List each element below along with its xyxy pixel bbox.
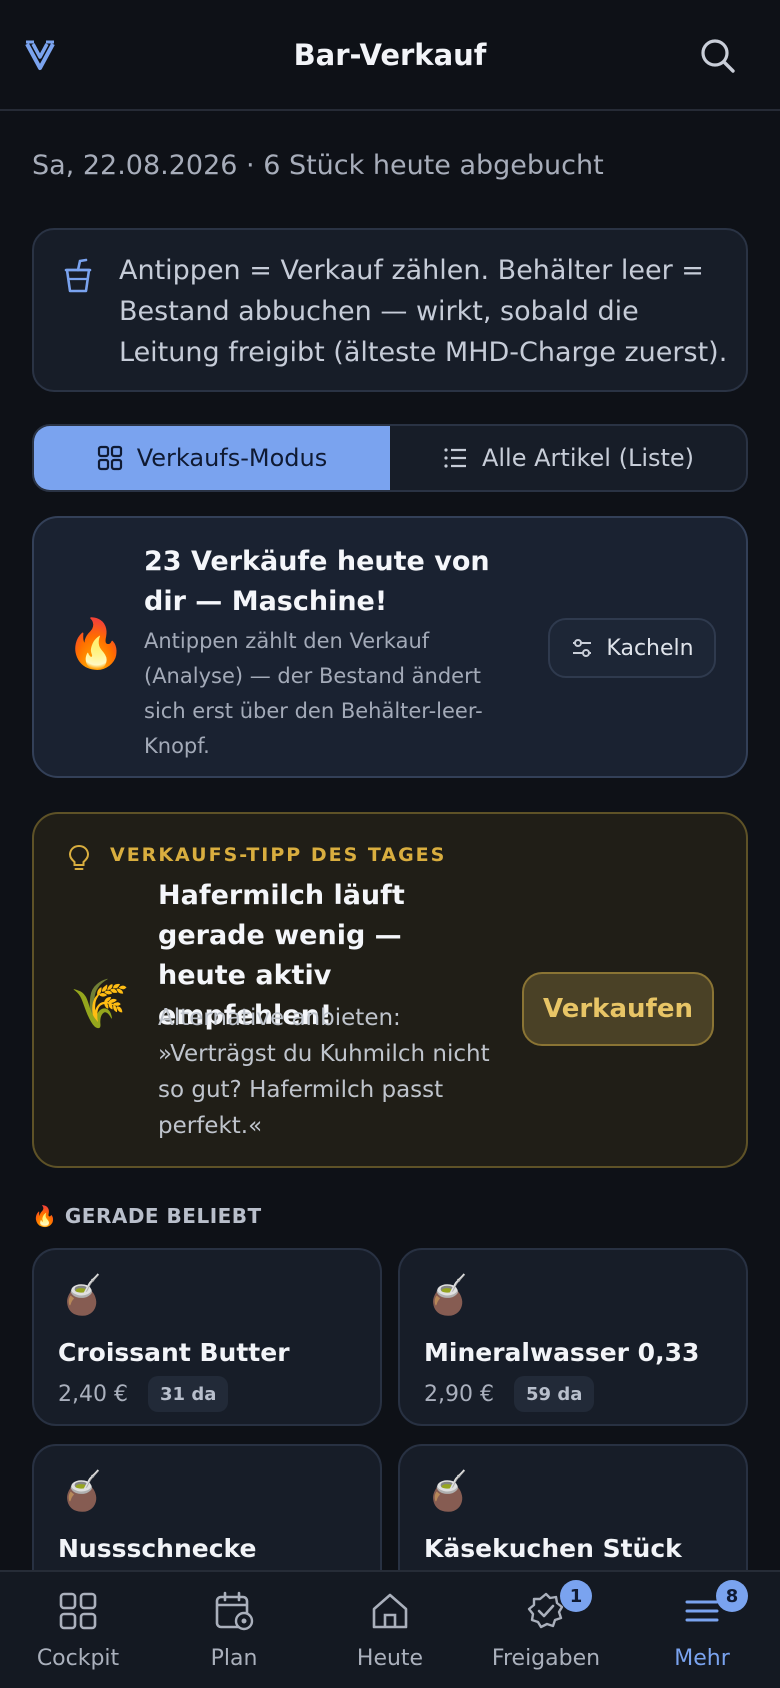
info-card: Antippen = Verkauf zählen. Behälter leer… [32,228,748,392]
date-summary: Sa, 22.08.2026 · 6 Stück heute abgebucht [32,150,604,181]
product-tile[interactable]: 🧉 Croissant Butter 2,40 € 31 da [32,1248,382,1426]
list-icon [444,448,466,468]
product-name: Käsekuchen Stück [424,1534,682,1563]
nav-label: Freigaben [491,1646,601,1671]
nav-label: Mehr [674,1646,730,1671]
tip-eyebrow: VERKAUFS-TIPP DES TAGES [110,844,447,866]
nav-label: Plan [210,1646,258,1671]
grid-icon [97,445,122,471]
cup-icon [64,258,92,293]
product-name: Nussschnecke [58,1534,257,1563]
product-price: 2,40 € [58,1382,128,1407]
nav-label: Cockpit [36,1646,120,1671]
notification-badge: 8 [716,1580,748,1612]
product-name: Croissant Butter [58,1338,290,1367]
tiles-button-label: Kacheln [606,635,694,661]
tip-body: Alternative anbieten: »Verträgst du Kuhm… [158,1005,490,1139]
nav-item-freigaben[interactable]: 1 Freigaben [468,1572,624,1688]
home-icon [372,1593,408,1629]
streak-card: 🔥 23 Verkäufe heute von dir — Maschine! … [32,516,748,778]
mode-toggle: Verkaufs-Modus Alle Artikel (Liste) [32,424,748,492]
diamond-chevron-logo-icon[interactable] [24,38,56,72]
tab-label: Alle Artikel (Liste) [481,444,695,472]
product-name: Mineralwasser 0,33 [424,1338,700,1367]
tiles-button[interactable]: Kacheln [548,618,716,678]
nav-item-heute[interactable]: Heute [312,1572,468,1688]
nav-item-plan[interactable]: Plan [156,1572,312,1688]
nav-item-mehr[interactable]: 8 Mehr [624,1572,780,1688]
search-icon[interactable] [698,36,738,76]
bottom-nav: Cockpit Plan Heute 1 Freigaben 8 Mehr [0,1570,780,1688]
product-price: 2,90 € [424,1382,494,1407]
stock-badge: 31 da [148,1376,229,1412]
mate-icon: 🧉 [424,1273,472,1317]
nav-item-cockpit[interactable]: Cockpit [0,1572,156,1688]
mate-icon: 🧉 [58,1469,106,1513]
notification-badge: 1 [560,1580,592,1612]
info-text: Antippen = Verkauf zählen. Behälter leer… [119,255,728,368]
fire-icon: 🔥 [66,616,126,672]
stock-badge: 59 da [514,1376,595,1412]
grain-icon: 🌾 [70,976,130,1032]
sales-tip-card: VERKAUFS-TIPP DES TAGES 🌾 Hafermilch läu… [32,812,748,1168]
nav-label: Heute [356,1646,424,1671]
streak-subtext: Antippen zählt den Verkauf (Analyse) — d… [144,629,483,758]
tab-alle-artikel[interactable]: Alle Artikel (Liste) [390,426,746,490]
sell-button[interactable]: Verkaufen [522,972,714,1046]
tab-label: Verkaufs-Modus [136,444,328,472]
top-bar: Bar-Verkauf [0,0,780,111]
tab-verkaufs-modus[interactable]: Verkaufs-Modus [34,426,390,490]
dashboard-icon [59,1592,97,1630]
calendar-gear-icon [215,1591,254,1631]
mate-icon: 🧉 [424,1469,472,1513]
streak-headline: 23 Verkäufe heute von dir — Maschine! [144,546,490,617]
sliders-icon [573,639,592,657]
lightbulb-icon [68,844,90,870]
product-tile[interactable]: 🧉 Mineralwasser 0,33 2,90 € 59 da [398,1248,748,1426]
popular-section-label: 🔥 GERADE BELIEBT [32,1204,262,1228]
mate-icon: 🧉 [58,1273,106,1317]
page-title: Bar-Verkauf [293,37,487,72]
